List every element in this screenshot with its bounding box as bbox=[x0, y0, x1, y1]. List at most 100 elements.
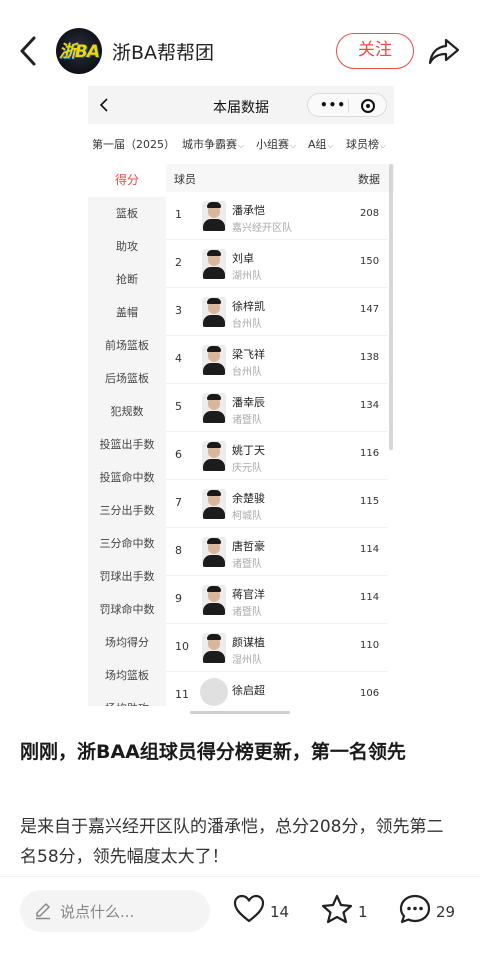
player-team: 台州队 bbox=[232, 367, 262, 378]
table-row[interactable]: 5 潘幸辰 诸暨队 134 bbox=[166, 384, 388, 432]
player-name: 潘承恺 bbox=[232, 204, 265, 217]
favorite-button[interactable]: 1 bbox=[320, 893, 370, 929]
rank: 10 bbox=[175, 640, 189, 653]
share-icon[interactable] bbox=[428, 37, 460, 65]
side-item-3pm[interactable]: 三分命中数 bbox=[88, 527, 166, 560]
player-name: 姚丁天 bbox=[232, 444, 265, 457]
side-item-fta[interactable]: 罚球出手数 bbox=[88, 560, 166, 593]
account-name[interactable]: 浙BA帮帮团 bbox=[112, 38, 214, 65]
side-item-steals[interactable]: 抢断 bbox=[88, 263, 166, 296]
filter-board[interactable]: 球员榜⌵ bbox=[346, 136, 386, 152]
column-header-player: 球员 bbox=[174, 173, 196, 186]
player-photo bbox=[202, 249, 226, 279]
filter-season[interactable]: 第一届（2025） bbox=[92, 136, 175, 152]
comment-button[interactable]: 29 bbox=[398, 893, 462, 929]
player-team: 诸暨队 bbox=[232, 607, 262, 618]
stat-value: 150 bbox=[360, 256, 380, 267]
side-item-rpg[interactable]: 场均篮板 bbox=[88, 659, 166, 692]
stat-category-sidebar: 得分 篮板 助攻 抢断 盖帽 前场篮板 后场篮板 犯规数 投篮出手数 投篮命中数… bbox=[88, 164, 166, 706]
stat-value: 110 bbox=[360, 640, 380, 651]
rank: 8 bbox=[175, 544, 182, 557]
stat-value: 147 bbox=[360, 304, 380, 315]
side-item-blocks[interactable]: 盖帽 bbox=[88, 296, 166, 329]
player-name: 刘卓 bbox=[232, 252, 254, 265]
player-photo bbox=[202, 537, 226, 567]
follow-button[interactable]: 关注 bbox=[336, 33, 414, 69]
chevron-down-icon: ⌵ bbox=[380, 141, 387, 150]
table-row[interactable]: 9 蒋官洋 诸暨队 114 bbox=[166, 576, 388, 624]
player-name: 颜谋植 bbox=[232, 636, 265, 649]
stats-screenshot[interactable]: 本届数据 ••• 第一届（2025） 城市争霸赛⌵ 小组赛⌵ A组⌵ 球员榜⌵ … bbox=[88, 86, 394, 706]
column-header-data: 数据 bbox=[358, 173, 380, 186]
like-button[interactable]: 14 bbox=[232, 893, 292, 929]
table-row[interactable]: 3 徐梓凯 台州队 147 bbox=[166, 288, 388, 336]
player-name: 徐梓凯 bbox=[232, 300, 265, 313]
player-name: 梁飞祥 bbox=[232, 348, 265, 361]
stat-value: 106 bbox=[360, 688, 380, 699]
heart-icon bbox=[233, 894, 265, 923]
post-headline: 刚刚，浙BAA组球员得分榜更新，第一名领先 bbox=[20, 741, 406, 763]
player-name: 余楚骏 bbox=[232, 492, 265, 505]
like-count: 14 bbox=[270, 903, 290, 921]
rank: 2 bbox=[175, 256, 182, 269]
table-row[interactable]: 6 姚丁天 庆元队 116 bbox=[166, 432, 388, 480]
chat-bubble-icon bbox=[399, 894, 431, 924]
player-name: 蒋官洋 bbox=[232, 588, 265, 601]
player-team: 庆元队 bbox=[232, 463, 262, 474]
mini-nav-bar: 本届数据 ••• bbox=[88, 86, 394, 124]
filter-stage[interactable]: 小组赛⌵ bbox=[256, 136, 296, 152]
table-header: 球员 数据 bbox=[166, 164, 394, 192]
table-row[interactable]: 2 刘卓 湖州队 150 bbox=[166, 240, 388, 288]
table-row[interactable]: 10 颜谋植 湿州队 110 bbox=[166, 624, 388, 672]
back-icon[interactable] bbox=[14, 34, 44, 68]
capsule-divider bbox=[348, 99, 349, 113]
comment-placeholder: 说点什么... bbox=[60, 903, 135, 921]
mini-capsule[interactable]: ••• bbox=[307, 93, 387, 117]
rank: 3 bbox=[175, 304, 182, 317]
player-photo bbox=[200, 678, 228, 706]
player-team: 台州队 bbox=[232, 319, 262, 330]
close-target-icon[interactable] bbox=[361, 99, 375, 113]
more-icon[interactable]: ••• bbox=[320, 98, 346, 112]
stat-value: 115 bbox=[360, 496, 380, 507]
avatar-logo-text: 浙BA bbox=[58, 42, 100, 62]
side-item-3pa[interactable]: 三分出手数 bbox=[88, 494, 166, 527]
table-row[interactable]: 8 唐哲豪 诸暨队 114 bbox=[166, 528, 388, 576]
side-item-ppg[interactable]: 场均得分 bbox=[88, 626, 166, 659]
chevron-down-icon: ⌵ bbox=[290, 141, 297, 150]
side-item-def-rebounds[interactable]: 后场篮板 bbox=[88, 362, 166, 395]
player-team: 嘉兴经开区队 bbox=[232, 223, 292, 234]
stat-value: 208 bbox=[360, 208, 380, 219]
player-team: 柯城队 bbox=[232, 511, 262, 522]
rank: 11 bbox=[175, 688, 189, 701]
rank: 1 bbox=[175, 208, 182, 221]
filter-competition[interactable]: 城市争霸赛⌵ bbox=[182, 136, 244, 152]
side-item-off-rebounds[interactable]: 前场篮板 bbox=[88, 329, 166, 362]
side-item-rebounds[interactable]: 篮板 bbox=[88, 197, 166, 230]
post-body: 是来自于嘉兴经开区队的潘承恺，总分208分，领先第二名58分，领先幅度太大了！ bbox=[20, 817, 444, 867]
side-item-apg[interactable]: 场均助攻 bbox=[88, 692, 166, 706]
avatar[interactable]: 浙BA bbox=[56, 28, 102, 74]
rank: 6 bbox=[175, 448, 182, 461]
player-photo bbox=[202, 489, 226, 519]
table-row[interactable]: 1 潘承恺 嘉兴经开区队 208 bbox=[166, 192, 388, 240]
side-item-fgm[interactable]: 投篮命中数 bbox=[88, 461, 166, 494]
rank: 4 bbox=[175, 352, 182, 365]
filter-group[interactable]: A组⌵ bbox=[308, 136, 334, 152]
player-name: 唐哲豪 bbox=[232, 540, 265, 553]
side-item-assists[interactable]: 助攻 bbox=[88, 230, 166, 263]
side-item-ftm[interactable]: 罚球命中数 bbox=[88, 593, 166, 626]
table-row[interactable]: 7 余楚骏 柯城队 115 bbox=[166, 480, 388, 528]
player-team: 诸暨队 bbox=[232, 559, 262, 570]
rank: 7 bbox=[175, 496, 182, 509]
table-row[interactable]: 4 梁飞祥 台州队 138 bbox=[166, 336, 388, 384]
table-row[interactable]: 11 徐启超 106 bbox=[166, 672, 388, 706]
side-item-fouls[interactable]: 犯规数 bbox=[88, 395, 166, 428]
comment-input[interactable]: 说点什么... bbox=[20, 890, 210, 932]
list-scrollbar[interactable] bbox=[389, 164, 393, 450]
side-item-fga[interactable]: 投篮出手数 bbox=[88, 428, 166, 461]
side-item-points[interactable]: 得分 bbox=[88, 164, 166, 197]
player-photo bbox=[202, 345, 226, 375]
player-name: 潘幸辰 bbox=[232, 396, 265, 409]
player-team: 湿州队 bbox=[232, 655, 262, 666]
